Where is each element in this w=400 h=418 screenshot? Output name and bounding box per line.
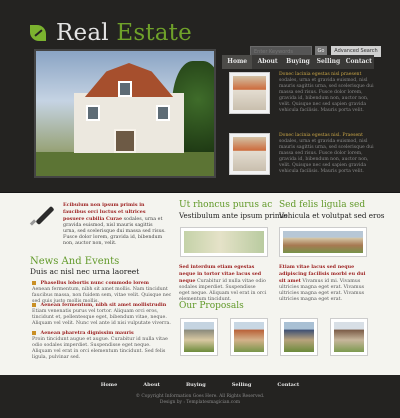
column-title: Ut rhoncus purus ac <box>179 200 273 210</box>
hero-window <box>156 105 170 121</box>
feature-highlight[interactable]: Donec lacinia egestas nisl praesent <box>279 72 361 77</box>
footer-nav: Home About Buying Selling Contact <box>0 382 400 388</box>
news-item-title[interactable]: Aenean pharetra dignissim mauris <box>41 330 134 336</box>
page: Real Estate Go Advanced Search Home Abou… <box>0 0 400 418</box>
column-subtitle: Vestibulum ante ipsum primis <box>179 211 288 220</box>
feature-thumbnail[interactable] <box>229 133 270 175</box>
column-text: Etiam vitae lacus sed neque adipiscing f… <box>279 264 367 303</box>
feature-item: Donec lacinia egestas nisl praesent soda… <box>229 72 375 118</box>
feature-highlight[interactable]: Donec lacinia egestas nisl. Praesent <box>279 133 363 138</box>
feature-text: Donec lacinia egestas nisl. Praesent sod… <box>279 133 375 175</box>
footer-link-contact[interactable]: Contact <box>277 382 299 388</box>
column-image-house[interactable] <box>279 227 367 257</box>
leaf-logo-icon <box>30 25 46 41</box>
news-item: Aenean pharetra dignissim mauris Proin t… <box>32 330 172 361</box>
column-title: Sed felis ligula sed <box>279 200 366 210</box>
news-title: News And Events <box>30 256 120 267</box>
feature-body: sodales, urna et gravida euismod, nisl m… <box>279 139 374 174</box>
header: Real Estate Go Advanced Search Home Abou… <box>0 0 400 193</box>
hero-window <box>118 81 132 97</box>
copyright: © Copyright Information Goes Here. All R… <box>0 394 400 406</box>
pen-icon <box>29 203 55 227</box>
main-nav: Home About Buying Selling Contact <box>222 55 374 69</box>
proposals-title: Our Proposals <box>179 301 244 311</box>
logo-main-text: Real <box>56 20 109 46</box>
hero-house-image <box>34 49 216 178</box>
nav-buying[interactable]: Buying <box>283 55 313 69</box>
news-item-text: Etiam venenatis purus vel tortor. Aliqua… <box>32 309 171 326</box>
hero-window <box>86 105 100 121</box>
main-content: Ecibulum non ipsum primis in faucibus or… <box>0 194 400 375</box>
column-image-people[interactable] <box>180 227 268 257</box>
footer-link-selling[interactable]: Selling <box>232 382 252 388</box>
proposal-thumbnail[interactable] <box>330 318 368 356</box>
news-item-title[interactable]: Phasellus lobortis nunc commodo lorem <box>41 280 149 286</box>
logo-accent-text: Estate <box>116 20 192 46</box>
column-subtitle: Vehicula et volutpat sed eros <box>279 211 385 220</box>
nav-home[interactable]: Home <box>222 55 253 69</box>
news-item-title[interactable]: Aenean fermentum, nibh sit amet mollistr… <box>41 302 167 308</box>
logo[interactable]: Real Estate <box>30 20 192 46</box>
proposal-thumbnail[interactable] <box>280 318 318 356</box>
intro-text: Ecibulum non ipsum primis in faucibus or… <box>63 202 167 247</box>
nav-about[interactable]: About <box>252 55 282 69</box>
proposal-thumbnail[interactable] <box>180 318 218 356</box>
hero-door <box>114 129 136 153</box>
news-subtitle: Duis ac nisl nec urna laoreet <box>30 267 140 276</box>
feature-text: Donec lacinia egestas nisl praesent soda… <box>279 72 375 114</box>
news-item-text: Proin tincidunt augue et augue. Curabitu… <box>32 337 168 360</box>
nav-selling[interactable]: Selling <box>313 55 343 69</box>
hero-lawn <box>36 152 214 176</box>
bullet-icon <box>32 302 36 307</box>
designer-credit[interactable]: Design by : Templatesmagician.com <box>0 400 400 406</box>
bullet-icon <box>32 330 36 335</box>
feature-thumbnail[interactable] <box>229 72 270 114</box>
footer: Home About Buying Selling Contact © Copy… <box>0 375 400 418</box>
nav-contact[interactable]: Contact <box>344 55 374 69</box>
column-text: Sed interdum etiam egestas neque in tort… <box>179 264 267 303</box>
feature-body: sodales, urna et gravida euismod, nisl m… <box>279 78 374 113</box>
news-item: Aenean fermentum, nibh sit amet mollistr… <box>32 302 172 327</box>
logo-text: Real Estate <box>56 20 192 46</box>
footer-link-home[interactable]: Home <box>101 382 118 388</box>
footer-link-about[interactable]: About <box>143 382 160 388</box>
proposal-thumbnail[interactable] <box>230 318 268 356</box>
feature-item: Donec lacinia egestas nisl. Praesent sod… <box>229 133 375 179</box>
footer-link-buying[interactable]: Buying <box>186 382 206 388</box>
bullet-icon <box>32 280 36 285</box>
